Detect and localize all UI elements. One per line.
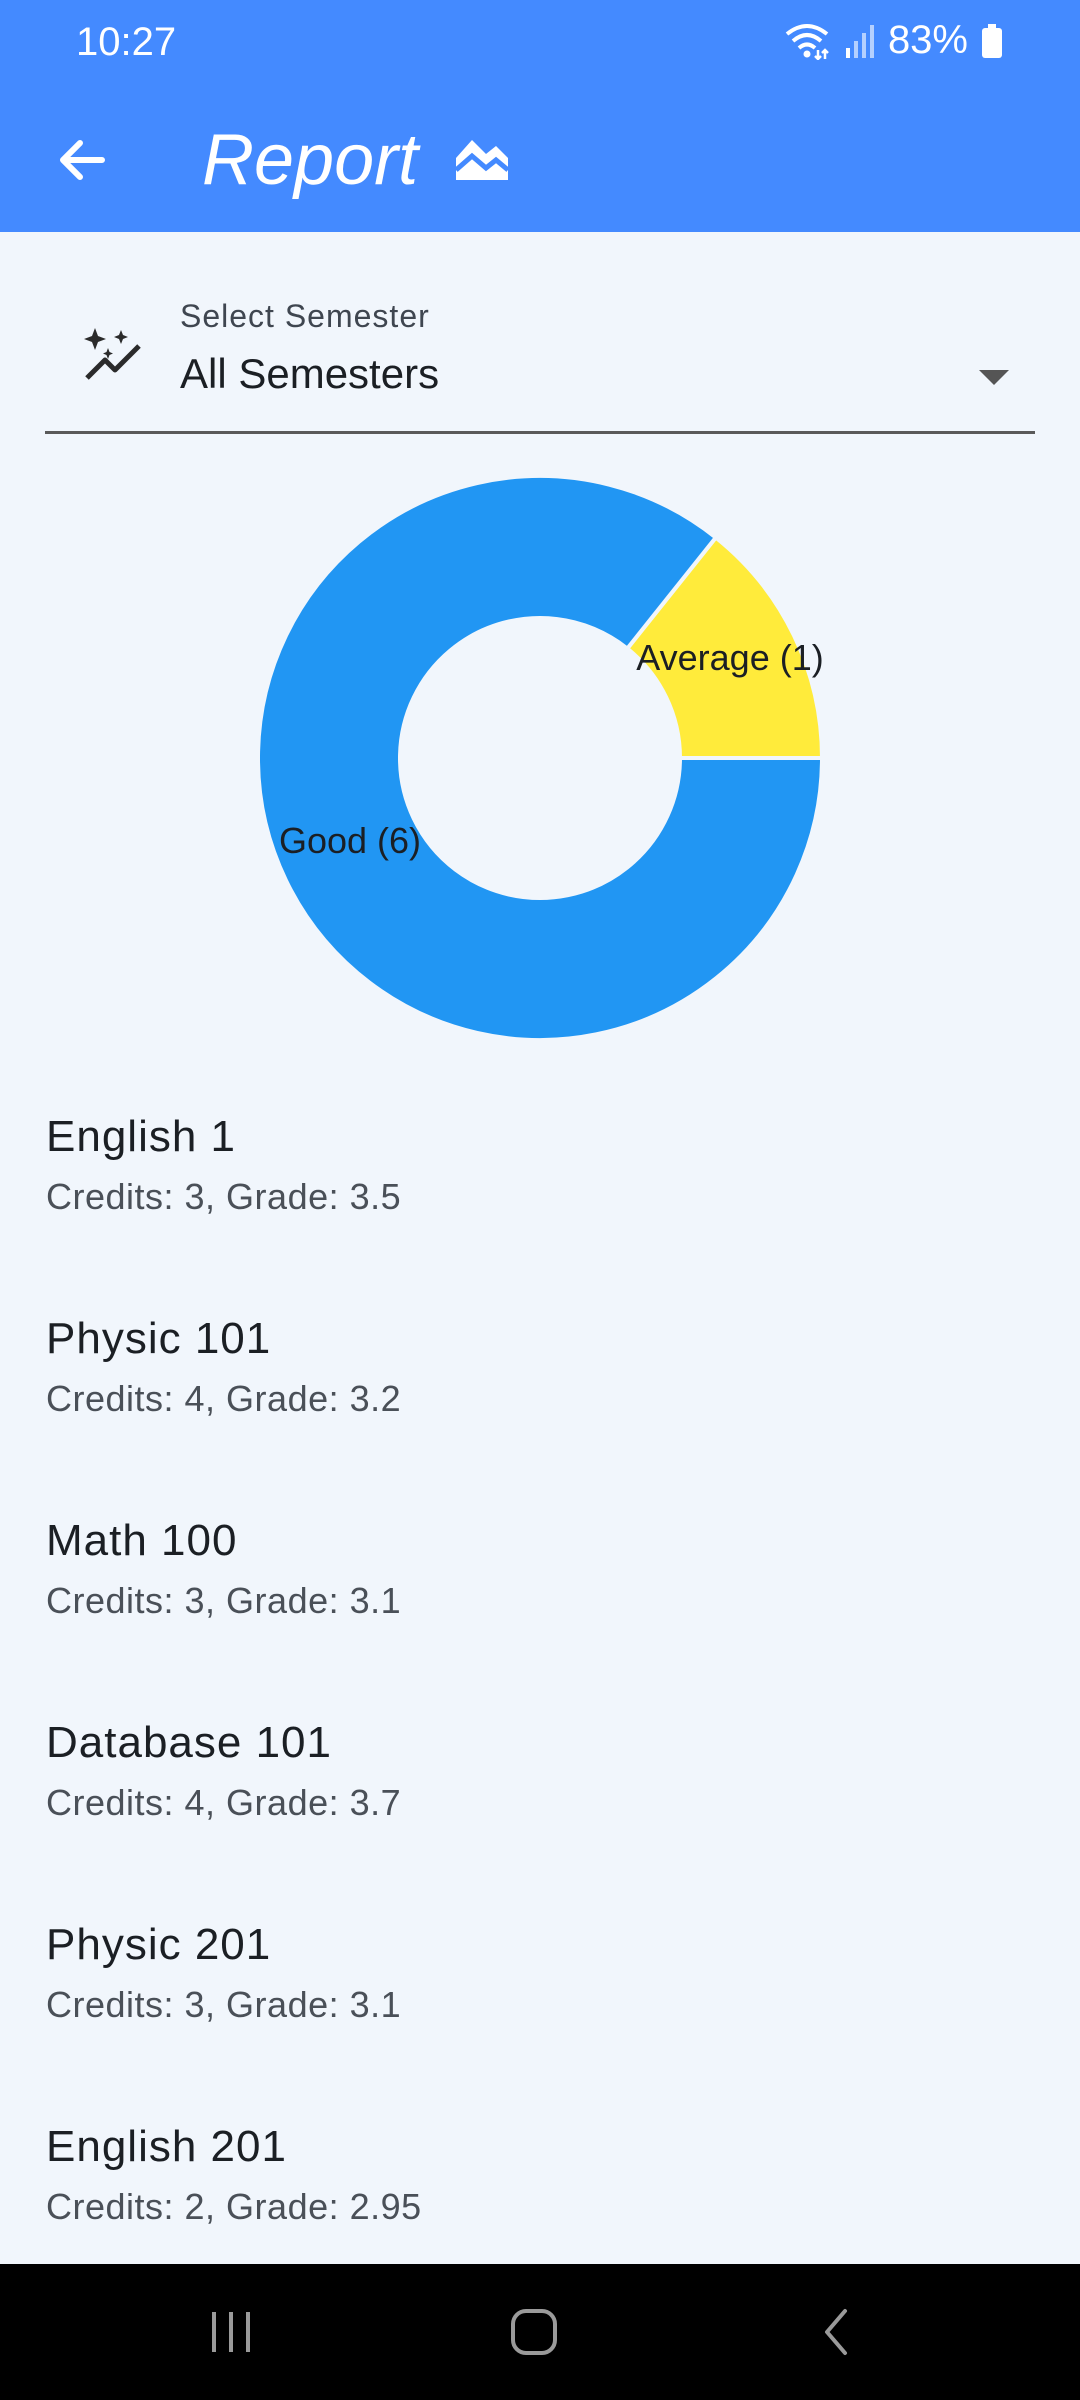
- course-name: English 1: [46, 1112, 237, 1161]
- battery-icon: [982, 23, 1002, 58]
- course-name: Math 100: [46, 1516, 238, 1565]
- list-item[interactable]: Physic 201 Credits: 3, Grade: 3.1: [0, 1908, 1080, 2110]
- recent-apps-icon: [212, 2312, 250, 2352]
- chart-landscape-icon: [454, 140, 510, 180]
- list-item[interactable]: Physic 101 Credits: 4, Grade: 3.2: [0, 1302, 1080, 1504]
- list-item[interactable]: Math 100 Credits: 3, Grade: 3.1: [0, 1504, 1080, 1706]
- grade-donut-chart: Good (6) Average (1): [256, 474, 825, 1042]
- chevron-down-icon: [979, 370, 1009, 385]
- course-name: Database 101: [46, 1718, 332, 1767]
- course-name: English 201: [46, 2122, 287, 2171]
- course-details: Credits: 4, Grade: 3.7: [46, 1782, 402, 1823]
- system-nav-bar: [0, 2264, 1080, 2400]
- pie-label-1: Average (1): [636, 637, 823, 678]
- system-back-button[interactable]: [792, 2292, 882, 2372]
- course-list: English 1 Credits: 3, Grade: 3.5 Physic …: [0, 1100, 1080, 2312]
- pie-label-0: Good (6): [279, 820, 421, 861]
- battery-percent: 83%: [887, 18, 968, 62]
- recent-apps-button[interactable]: [186, 2292, 276, 2372]
- course-details: Credits: 3, Grade: 3.5: [46, 1176, 402, 1217]
- wifi-icon: [785, 23, 829, 60]
- status-bar: 10:27 83%: [0, 0, 1080, 88]
- course-name: Physic 201: [46, 1920, 272, 1969]
- course-details: Credits: 4, Grade: 3.2: [46, 1378, 402, 1419]
- list-item[interactable]: Database 101 Credits: 4, Grade: 3.7: [0, 1706, 1080, 1908]
- course-details: Credits: 3, Grade: 3.1: [46, 1984, 402, 2025]
- course-details: Credits: 2, Grade: 2.95: [46, 2186, 422, 2227]
- semester-value: All Semesters: [180, 350, 440, 397]
- status-time: 10:27: [76, 20, 177, 64]
- sparkle-trend-icon: [84, 328, 141, 380]
- list-item[interactable]: English 1 Credits: 3, Grade: 3.5: [0, 1100, 1080, 1302]
- semester-dropdown[interactable]: Select Semester All Semesters: [45, 288, 1035, 434]
- course-name: Physic 101: [46, 1314, 272, 1363]
- page-title: Report: [202, 120, 419, 200]
- back-arrow-icon: [60, 140, 105, 180]
- back-button[interactable]: [44, 122, 120, 198]
- home-icon: [511, 2309, 557, 2355]
- signal-icon: [845, 24, 874, 58]
- status-indicators: 83%: [784, 18, 1002, 63]
- course-details: Credits: 3, Grade: 3.1: [46, 1580, 402, 1621]
- semester-label: Select Semester: [180, 298, 430, 334]
- app-bar: Report: [0, 88, 1080, 232]
- home-button[interactable]: [489, 2292, 579, 2372]
- back-icon: [825, 2309, 847, 2355]
